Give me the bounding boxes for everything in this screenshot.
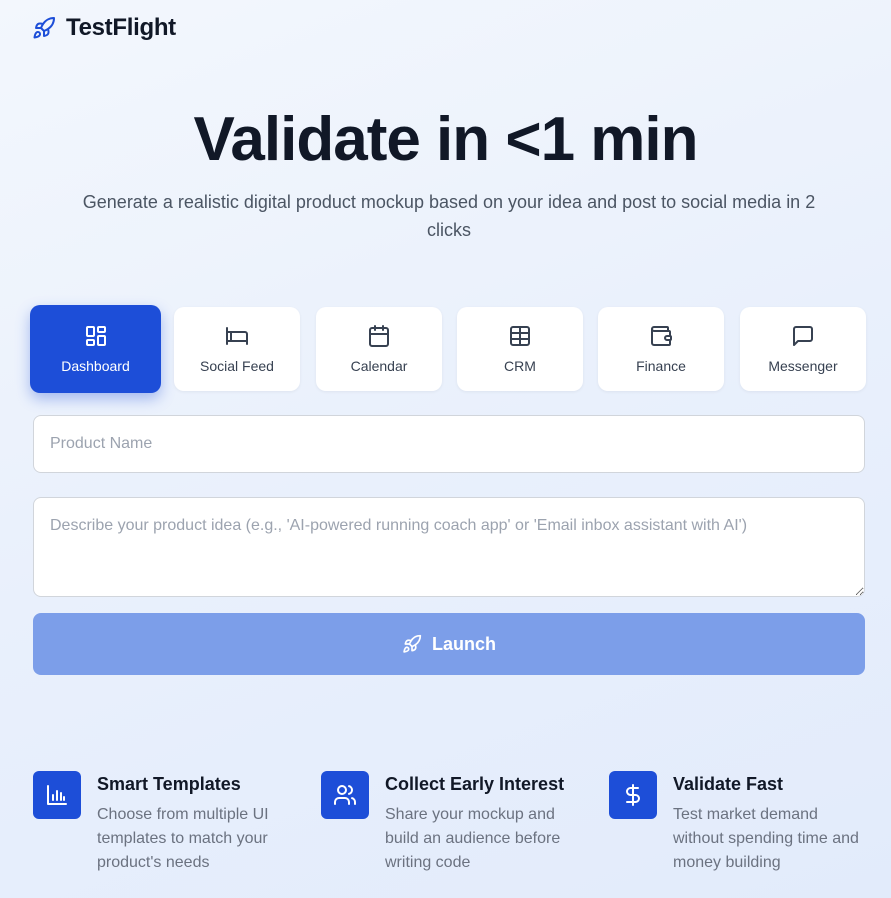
chat-bubble-icon: [791, 324, 815, 348]
hero-subtitle: Generate a realistic digital product moc…: [82, 192, 816, 240]
product-name-input[interactable]: [33, 415, 865, 473]
wallet-icon: [649, 324, 673, 348]
template-label: CRM: [504, 358, 536, 374]
feature-description: Choose from multiple UI templates to mat…: [97, 806, 269, 871]
template-label: Finance: [636, 358, 686, 374]
dashboard-grid-icon: [84, 324, 108, 348]
feature-icon-box: [321, 771, 369, 819]
feature-collect-early-interest: Collect Early Interest Share your mockup…: [321, 771, 586, 881]
feature-validate-fast: Validate Fast Test market demand without…: [609, 771, 874, 881]
feature-icon-box: [609, 771, 657, 819]
template-label: Calendar: [350, 358, 408, 374]
template-messenger[interactable]: Messenger: [740, 307, 866, 391]
template-label: Dashboard: [61, 358, 130, 374]
rocket-icon: [402, 634, 422, 654]
template-label: Social Feed: [200, 358, 274, 374]
template-label: Messenger: [768, 358, 838, 374]
calendar-icon: [367, 324, 391, 348]
feature-description: Test market demand without spending time…: [673, 806, 859, 871]
template-social-feed[interactable]: Social Feed: [174, 307, 300, 391]
rocket-icon: [32, 16, 56, 40]
template-dashboard[interactable]: Dashboard: [30, 305, 161, 393]
launch-label: Launch: [431, 633, 496, 654]
feature-title: Collect Early Interest: [385, 774, 565, 794]
bed-icon: [225, 324, 249, 348]
hero-title: Validate in <1 min: [193, 105, 698, 174]
product-description-input[interactable]: [33, 497, 865, 597]
table-grid-icon: [508, 324, 532, 348]
template-calendar[interactable]: Calendar: [316, 307, 442, 391]
brand-name: TestFlight: [66, 14, 176, 41]
template-crm[interactable]: CRM: [457, 307, 583, 391]
feature-description: Share your mockup and build an audience …: [385, 806, 561, 871]
dollar-icon: [621, 783, 645, 807]
template-selector: Dashboard Social Feed Calendar CRM Finan…: [30, 305, 866, 393]
users-icon: [333, 783, 357, 807]
brand-logo[interactable]: TestFlight: [32, 14, 176, 42]
feature-smart-templates: Smart Templates Choose from multiple UI …: [33, 771, 298, 881]
bar-chart-icon: [45, 783, 69, 807]
launch-button[interactable]: Launch: [33, 613, 865, 675]
feature-title: Validate Fast: [673, 774, 784, 794]
template-finance[interactable]: Finance: [598, 307, 724, 391]
feature-title: Smart Templates: [97, 774, 241, 794]
feature-icon-box: [33, 771, 81, 819]
